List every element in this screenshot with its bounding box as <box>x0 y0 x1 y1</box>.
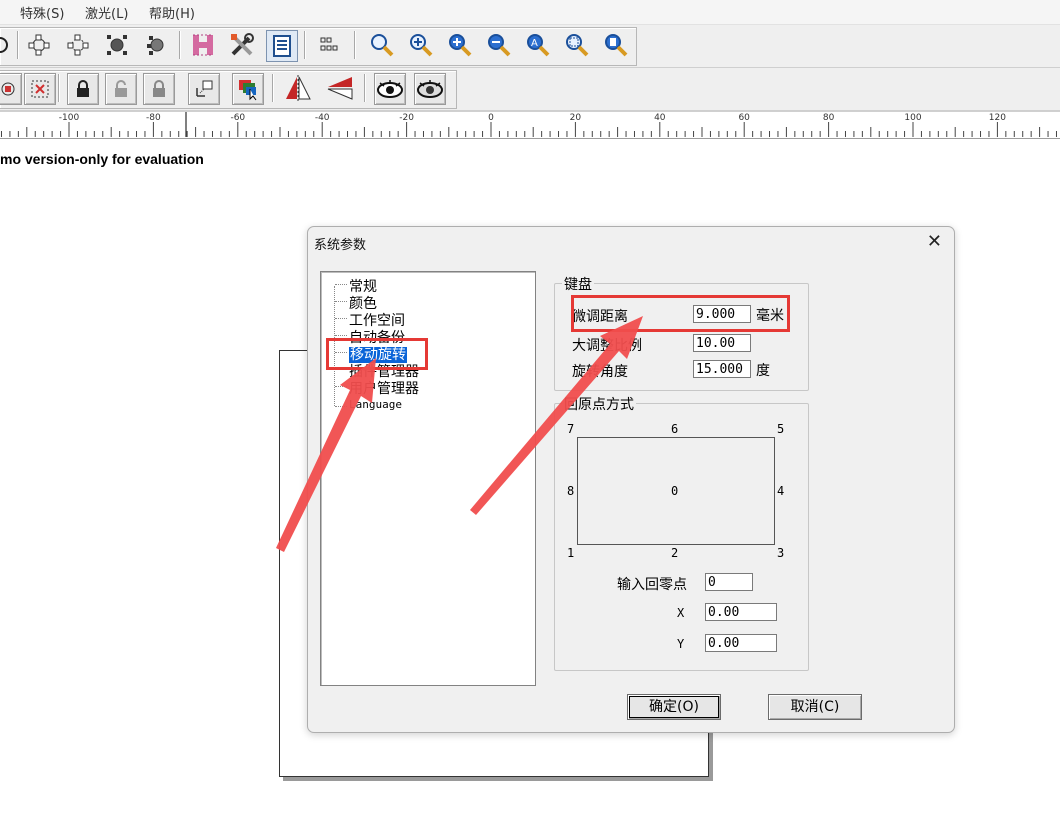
rotate-angle-unit: 度 <box>756 363 770 379</box>
mirror-v-icon[interactable] <box>324 73 354 103</box>
origin-point-2[interactable]: 2 <box>671 546 678 560</box>
ruler-label: -100 <box>58 113 80 123</box>
x-label: X <box>677 606 685 620</box>
toolbar-separator <box>304 31 306 59</box>
tree-item-workspace[interactable]: 工作空间 <box>335 310 405 329</box>
ruler-label: 0 <box>488 113 494 123</box>
menu-bar: ) 特殊(S) 激光(L) 帮助(H) <box>0 0 1060 25</box>
settings-tree[interactable]: 常规 颜色 工作空间 自动备份 移动旋转 插件管理器 用户管理器 Languag… <box>320 271 536 686</box>
toolbar-separator <box>354 31 356 59</box>
origin-point-6[interactable]: 6 <box>671 422 678 436</box>
return-zero-label: 输入回零点 <box>617 577 687 593</box>
ruler-label: 20 <box>569 113 582 123</box>
toolbar-separator <box>272 74 274 102</box>
origin-point-1[interactable]: 1 <box>567 546 574 560</box>
tree-item-color[interactable]: 颜色 <box>335 293 377 312</box>
zoom-minus-icon[interactable] <box>484 30 514 60</box>
origin-mode-group-title: 回原点方式 <box>562 394 636 414</box>
eye-icon[interactable] <box>374 73 406 105</box>
zoom-plus-icon[interactable] <box>406 30 436 60</box>
origin-point-5[interactable]: 5 <box>777 422 784 436</box>
tree-item-label: 用户管理器 <box>349 381 419 397</box>
ruler-label: 100 <box>904 113 922 123</box>
origin-point-7[interactable]: 7 <box>567 422 574 436</box>
toolbar-separator <box>364 74 366 102</box>
ruler-label: -80 <box>146 113 161 123</box>
rotate-angle-label: 旋转角度 <box>572 364 628 380</box>
origin-point-8[interactable]: 8 <box>567 484 574 498</box>
close-icon[interactable]: ✕ <box>927 233 942 251</box>
zoom-plus-circle-icon[interactable] <box>445 30 475 60</box>
zoom-search-icon[interactable] <box>367 30 397 60</box>
node-dots-icon[interactable] <box>63 30 93 60</box>
toolbar-main: A <box>0 25 1060 68</box>
svg-text:A: A <box>531 38 538 49</box>
tools-icon[interactable] <box>227 30 257 60</box>
ruler-label: 60 <box>738 113 750 123</box>
ruler-label: -20 <box>399 113 414 123</box>
ok-button[interactable]: 确定(O) <box>627 694 721 720</box>
coarse-ratio-input[interactable]: 10.00 <box>693 334 751 352</box>
ruler-label: -60 <box>230 113 246 123</box>
x-input[interactable]: 0.00 <box>705 603 777 621</box>
origin-point-4[interactable]: 4 <box>777 484 784 498</box>
y-label: Y <box>677 637 685 651</box>
toolbar-secondary <box>0 68 1060 111</box>
y-input[interactable]: 0.00 <box>705 634 777 652</box>
zoom-page-icon[interactable] <box>601 30 631 60</box>
coarse-ratio-label: 大调整比例 <box>572 338 642 354</box>
unlock-icon[interactable] <box>105 73 137 105</box>
menu-special[interactable]: 特殊(S) <box>20 3 64 22</box>
color-layers-icon[interactable] <box>232 73 264 105</box>
toolbar-separator <box>58 74 60 102</box>
ruler-label: 80 <box>822 113 835 123</box>
horizontal-ruler: -100 -80 -60 -40 -20 0 20 40 60 80 100 120 <box>0 111 1060 139</box>
highlight-box-fine-distance <box>571 295 790 332</box>
grid-select-icon[interactable] <box>24 73 56 105</box>
zoom-a-icon[interactable]: A <box>523 30 553 60</box>
ruler-label: -40 <box>314 113 330 123</box>
rotate-angle-input[interactable]: 15.000 <box>693 360 751 378</box>
lock-gray-icon[interactable] <box>143 73 175 105</box>
background-shape-top <box>279 350 309 351</box>
origin-point-0[interactable]: 0 <box>671 484 678 498</box>
node-fill-2-icon[interactable] <box>141 30 171 60</box>
menu-help[interactable]: 帮助(H) <box>149 3 195 22</box>
toolbar-separator <box>17 31 19 59</box>
keyboard-group-title: 键盘 <box>562 274 594 294</box>
origin-point-3[interactable]: 3 <box>777 546 784 560</box>
ruler-label: 40 <box>654 113 666 123</box>
tree-item-label: Language <box>349 398 402 411</box>
node-rotate-icon[interactable] <box>0 73 22 105</box>
h-letter-icon[interactable] <box>188 30 218 60</box>
tree-item-general[interactable]: 常规 <box>335 276 377 295</box>
zoom-fit-icon[interactable] <box>562 30 592 60</box>
demo-version-note: mo version-only for evaluation <box>0 151 204 167</box>
menu-item-partial[interactable]: ) <box>0 3 1 18</box>
cancel-button[interactable]: 取消(C) <box>768 694 862 720</box>
circle-partial-icon[interactable] <box>0 30 16 60</box>
tree-item-language[interactable]: Language <box>335 398 402 413</box>
grid-icon[interactable] <box>314 30 344 60</box>
menu-laser[interactable]: 激光(L) <box>85 3 128 22</box>
node-fill-icon[interactable] <box>102 30 132 60</box>
lock-icon[interactable] <box>67 73 99 105</box>
return-zero-input[interactable]: 0 <box>705 573 753 591</box>
tree-item-user-manager[interactable]: 用户管理器 <box>335 378 419 397</box>
highlight-box-tree <box>326 338 428 370</box>
dialog-title: 系统参数 <box>314 238 367 253</box>
list-doc-icon[interactable] <box>266 30 298 62</box>
origin-mode-group: 回原点方式 7 6 5 8 0 4 1 2 3 输入回零点 0 X 0.00 Y… <box>554 394 809 671</box>
eye-2-icon[interactable] <box>414 73 446 105</box>
toolbar-separator <box>179 31 181 59</box>
align-icon[interactable] <box>188 73 220 105</box>
node-select-icon[interactable] <box>24 30 54 60</box>
mirror-h-icon[interactable] <box>282 73 312 103</box>
ruler-label: 120 <box>988 113 1006 123</box>
